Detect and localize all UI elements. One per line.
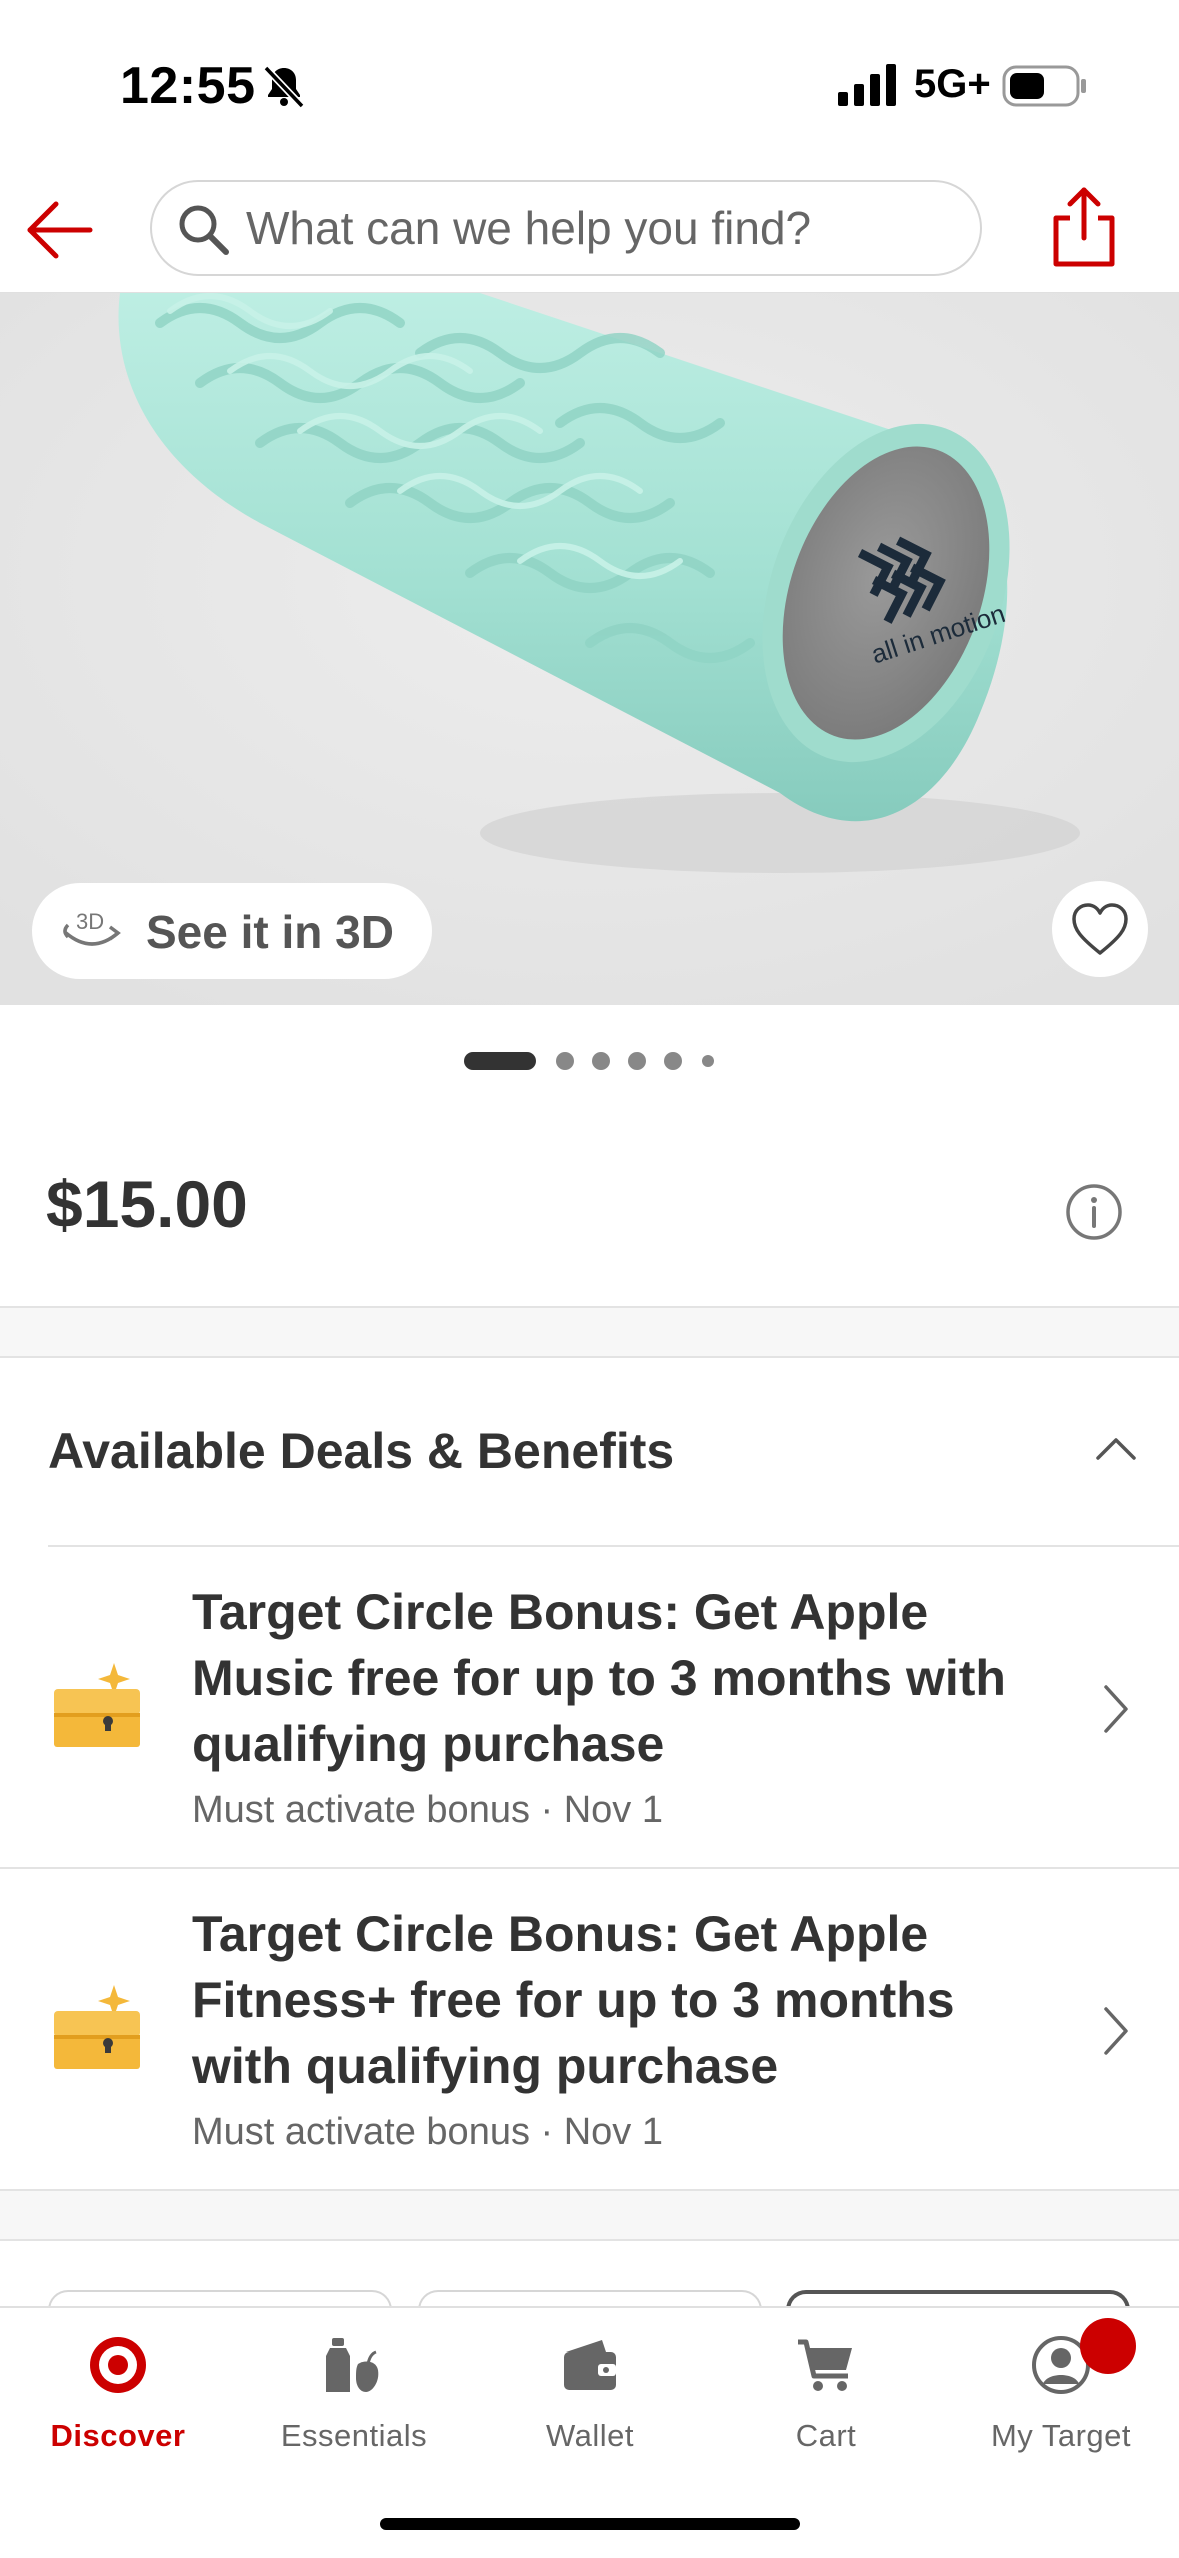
signal-bars-icon <box>838 64 896 106</box>
carousel-dot[interactable] <box>702 1055 714 1067</box>
deal-subtitle: Must activate bonus · Nov 1 <box>192 1789 663 1831</box>
tab-label: Discover <box>50 2418 186 2453</box>
info-icon[interactable] <box>1064 1182 1124 1242</box>
3d-badge-text: 3D <box>76 909 104 934</box>
product-price: $15.00 <box>46 1167 248 1241</box>
carousel-dot[interactable] <box>556 1052 574 1070</box>
deal-subtitle: Must activate bonus · Nov 1 <box>192 2111 663 2153</box>
carousel-dot[interactable] <box>664 1052 682 1070</box>
deal-item[interactable]: Target Circle Bonus: Get Apple Music fre… <box>0 1547 1179 1867</box>
carousel-dot[interactable] <box>592 1052 610 1070</box>
cart-icon <box>798 2339 852 2391</box>
search-bar[interactable] <box>150 180 982 276</box>
header <box>0 170 1179 294</box>
bell-muted-icon <box>263 65 305 109</box>
wallet-icon <box>564 2340 616 2390</box>
target-logo-icon <box>90 2337 146 2393</box>
tab-label: My Target <box>990 2418 1132 2453</box>
chevron-right-icon <box>1104 1685 1128 1733</box>
deal-item[interactable]: Target Circle Bonus: Get Apple Fitness+ … <box>0 1869 1179 2189</box>
tab-my-target[interactable]: My Target <box>943 2308 1179 2478</box>
battery-icon <box>1002 65 1086 107</box>
deal-title: Target Circle Bonus: Get Apple Music fre… <box>192 1584 1006 1772</box>
3d-view-icon: 3D <box>63 909 121 946</box>
section-separator <box>0 2189 1179 2241</box>
carousel-indicator <box>0 1042 1179 1078</box>
tab-label: Essentials <box>280 2418 428 2453</box>
back-arrow-icon[interactable] <box>22 192 98 268</box>
treasure-chest-icon <box>54 1985 140 2069</box>
see-in-3d-button[interactable]: 3D See it in 3D <box>32 883 432 979</box>
search-input[interactable] <box>246 182 946 274</box>
tab-cart[interactable]: Cart <box>708 2308 944 2478</box>
chevron-right-icon <box>1104 2007 1128 2055</box>
carousel-dot[interactable] <box>628 1052 646 1070</box>
carousel-dot-active[interactable] <box>464 1052 536 1070</box>
see-in-3d-label: See it in 3D <box>146 906 394 958</box>
deal-title: Target Circle Bonus: Get Apple Fitness+ … <box>192 1906 955 2094</box>
treasure-chest-icon <box>54 1663 140 1747</box>
heart-icon <box>1072 903 1128 955</box>
essentials-icon <box>326 2338 379 2392</box>
notification-badge <box>1080 2318 1136 2374</box>
favorite-button[interactable] <box>1052 881 1148 977</box>
status-bar: 12:55 5G+ <box>0 0 1179 170</box>
tab-discover[interactable]: Discover <box>0 2308 236 2478</box>
search-icon <box>179 205 229 255</box>
status-time: 12:55 <box>120 57 256 115</box>
product-image-carousel[interactable]: all in motion 3D See it in 3D <box>0 293 1179 1005</box>
section-separator <box>0 1306 1179 1358</box>
home-indicator[interactable] <box>380 2518 800 2530</box>
tab-label: Wallet <box>546 2418 634 2453</box>
deals-section-title: Available Deals & Benefits <box>48 1423 675 1479</box>
chevron-up-icon[interactable] <box>1092 1424 1140 1472</box>
network-label: 5G+ <box>914 62 991 106</box>
share-icon[interactable] <box>1048 184 1120 270</box>
tab-essentials[interactable]: Essentials <box>236 2308 472 2478</box>
tab-label: Cart <box>795 2418 857 2453</box>
tab-wallet[interactable]: Wallet <box>472 2308 708 2478</box>
